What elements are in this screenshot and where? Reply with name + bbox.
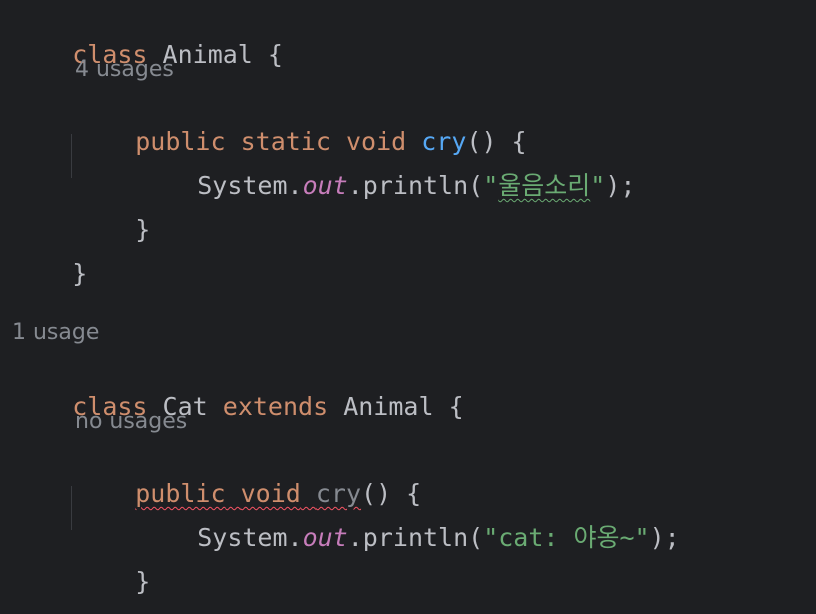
code-line-cat-cry-decl[interactable]: public void cry() { bbox=[75, 449, 421, 508]
statement-end: ); bbox=[605, 171, 636, 200]
keyword-extends: extends bbox=[222, 392, 329, 421]
indent-guide bbox=[71, 486, 72, 530]
statement-end: ); bbox=[649, 523, 680, 552]
code-line-animal-cry-decl[interactable]: public static void cry() { bbox=[75, 97, 526, 156]
string-quote-open: " bbox=[483, 171, 499, 200]
string-quote-close: " bbox=[590, 171, 606, 200]
system-class: System. bbox=[197, 523, 303, 552]
code-line-class-cat[interactable]: class Cat extends Animal { bbox=[12, 362, 463, 421]
parent-class-animal[interactable]: Animal bbox=[343, 392, 433, 421]
class-name-animal[interactable]: Animal bbox=[163, 40, 253, 69]
println-call[interactable]: .println( bbox=[348, 171, 483, 200]
code-line-method-close[interactable]: } bbox=[75, 185, 150, 244]
println-call[interactable]: .println( bbox=[348, 523, 483, 552]
usage-hint-animal-cry[interactable]: 4 usages bbox=[75, 55, 174, 85]
code-line-class-close[interactable]: } bbox=[12, 581, 87, 614]
code-line-animal-println[interactable]: System.out.println("울음소리"); bbox=[137, 141, 635, 200]
string-literal-cat[interactable]: "cat: 야옹~" bbox=[483, 523, 649, 552]
code-line-cat-println[interactable]: System.out.println("cat: 야옹~"); bbox=[137, 493, 680, 552]
open-brace: { bbox=[267, 40, 283, 69]
indent-guide bbox=[71, 134, 72, 178]
code-editor[interactable]: class Animal { 4 usages public static vo… bbox=[0, 0, 816, 614]
field-out[interactable]: out bbox=[303, 171, 348, 200]
code-line-method-close[interactable]: } bbox=[75, 537, 150, 596]
close-brace: } bbox=[72, 259, 88, 288]
code-line-class-animal[interactable]: class Animal { bbox=[12, 10, 283, 69]
code-line-class-close[interactable]: } bbox=[12, 229, 87, 288]
system-class: System. bbox=[197, 171, 303, 200]
close-brace: } bbox=[135, 567, 151, 596]
field-out[interactable]: out bbox=[303, 523, 348, 552]
usage-hint-cat-cry[interactable]: no usages bbox=[75, 407, 187, 437]
close-brace: } bbox=[135, 215, 151, 244]
open-brace: { bbox=[448, 392, 464, 421]
usage-hint-cat[interactable]: 1 usage bbox=[12, 318, 99, 348]
string-literal-crying[interactable]: 울음소리 bbox=[498, 171, 590, 200]
